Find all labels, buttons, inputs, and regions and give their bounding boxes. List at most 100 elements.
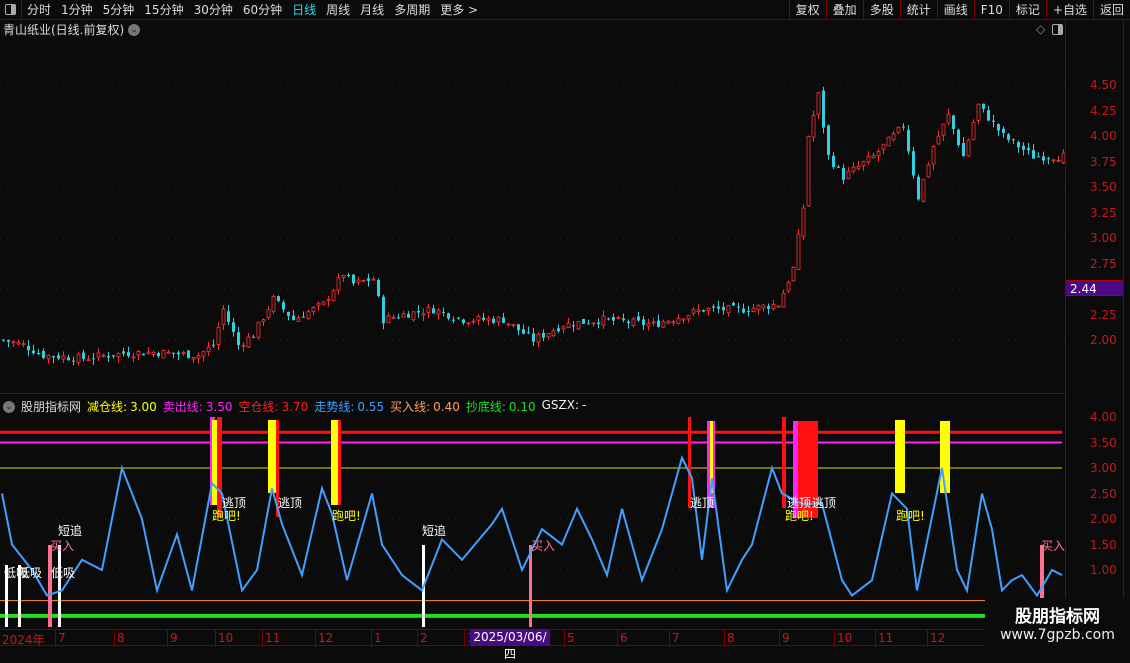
- period-tab[interactable]: 15分钟: [139, 1, 188, 18]
- candle-body: [657, 320, 660, 327]
- candle-body: [756, 304, 761, 311]
- month-label: 7: [672, 631, 680, 645]
- month-tick: [371, 630, 372, 647]
- chevron-down-icon[interactable]: ⌄: [3, 400, 15, 413]
- candle-body: [751, 307, 756, 312]
- period-tab[interactable]: 日线: [287, 1, 321, 18]
- toolbar-button[interactable]: 统计: [899, 0, 937, 20]
- candle-body: [181, 352, 186, 355]
- period-tab[interactable]: 更多 >: [435, 1, 483, 18]
- toolbar-button[interactable]: 画线: [936, 0, 974, 20]
- month-tick: [114, 630, 115, 647]
- indicator-tick: 3.50: [1090, 435, 1117, 450]
- month-label: 9: [170, 631, 178, 645]
- month-label: 2: [420, 631, 428, 645]
- candle-body: [801, 207, 806, 237]
- toolbar-button[interactable]: F10: [973, 0, 1009, 20]
- param-label: 买入线:: [390, 400, 431, 414]
- candle-body: [861, 161, 866, 167]
- candle-body: [411, 311, 416, 321]
- period-tab[interactable]: 多周期: [389, 1, 435, 18]
- toolbar-button[interactable]: 叠加: [825, 0, 863, 20]
- candle-body: [671, 321, 676, 324]
- candle-body: [336, 277, 341, 291]
- period-tab[interactable]: 月线: [355, 1, 389, 18]
- signal-dixi: 低吸: [51, 566, 76, 580]
- candle-body: [886, 136, 891, 147]
- month-tick: [464, 630, 465, 647]
- candle-body: [622, 318, 625, 321]
- indicator-name[interactable]: 股朋指标网: [21, 398, 81, 415]
- signal-buy: 买入: [50, 539, 75, 553]
- toolbar-button[interactable]: 多股: [862, 0, 900, 20]
- indicator-tick: 2.50: [1090, 486, 1117, 501]
- period-tab[interactable]: 60分钟: [238, 1, 287, 18]
- month-label: 10: [218, 631, 234, 645]
- candle-body: [61, 355, 66, 360]
- candle-body: [161, 350, 166, 359]
- candle-body: [717, 306, 720, 309]
- param-label: 抄底线:: [465, 400, 506, 414]
- period-tab[interactable]: 30分钟: [189, 1, 238, 18]
- signal-paoba: 跑吧!: [785, 509, 814, 523]
- candle-body: [347, 274, 350, 276]
- param-label: 减仓线:: [87, 400, 128, 414]
- month-tick: [779, 630, 780, 647]
- candle-body: [921, 178, 926, 202]
- toolbar-button[interactable]: 返回: [1092, 0, 1130, 20]
- candle-body: [1002, 128, 1005, 133]
- candle-body: [582, 318, 585, 324]
- candle-body: [321, 301, 326, 305]
- candle-body: [86, 359, 91, 362]
- candle-body: [576, 321, 581, 330]
- candle-body: [601, 315, 606, 326]
- month-tick: [315, 630, 316, 647]
- candle-body: [631, 318, 636, 327]
- period-tab[interactable]: 分时: [22, 1, 56, 18]
- candle-body: [642, 319, 645, 325]
- candle-body: [397, 317, 400, 319]
- candle-body: [506, 323, 511, 326]
- toolbar-button[interactable]: +自选: [1045, 0, 1093, 20]
- candle-body: [16, 342, 21, 345]
- candle-body: [177, 352, 180, 355]
- candle-body: [761, 304, 766, 309]
- period-tab[interactable]: 1分钟: [56, 1, 98, 18]
- candle-body: [957, 129, 960, 146]
- candle-body: [542, 332, 545, 338]
- candle-body: [1027, 147, 1030, 151]
- candle-body: [532, 333, 535, 342]
- candle-body: [946, 113, 951, 124]
- right-buttons: 复权 叠加 多股 统计 画线 F10 标记 +自选 返回: [788, 0, 1130, 20]
- candle-body: [462, 319, 465, 324]
- candle-body: [146, 351, 151, 354]
- toolbar-button[interactable]: 标记: [1008, 0, 1046, 20]
- candle-body: [786, 282, 791, 292]
- candle-body: [686, 314, 691, 320]
- candle-body: [377, 280, 380, 297]
- toolbar-button[interactable]: 复权: [788, 0, 826, 20]
- candle-body: [907, 129, 910, 152]
- price-tick: 4.50: [1090, 78, 1117, 92]
- candle-body: [822, 90, 825, 128]
- month-label: 6: [620, 631, 628, 645]
- candle-body: [246, 336, 251, 348]
- price-tick: 3.50: [1090, 180, 1117, 194]
- toolbar: 分时 1分钟 5分钟 15分钟 30分钟 60分钟 日线 周线 月线 多周期 更多 > 复权 叠加 多股…: [0, 0, 1130, 20]
- sidebar-toggle-button[interactable]: [0, 0, 22, 20]
- period-tab[interactable]: 周线: [321, 1, 355, 18]
- candle-body: [816, 92, 821, 115]
- candle-body: [452, 319, 455, 321]
- candle-body: [982, 103, 985, 109]
- candle-body: [1022, 145, 1025, 150]
- candle-body: [306, 311, 311, 320]
- candle-body: [1012, 139, 1015, 141]
- candle-body: [732, 303, 735, 306]
- watermark: 股朋指标网 www.7gpzb.com: [985, 598, 1130, 650]
- param-value: 3.70: [281, 400, 309, 414]
- period-tab[interactable]: 5分钟: [98, 1, 140, 18]
- param-value: 0.10: [508, 400, 536, 414]
- year-label: 2024年: [2, 633, 45, 647]
- candle-body: [11, 341, 16, 344]
- month-label: 7: [58, 631, 66, 645]
